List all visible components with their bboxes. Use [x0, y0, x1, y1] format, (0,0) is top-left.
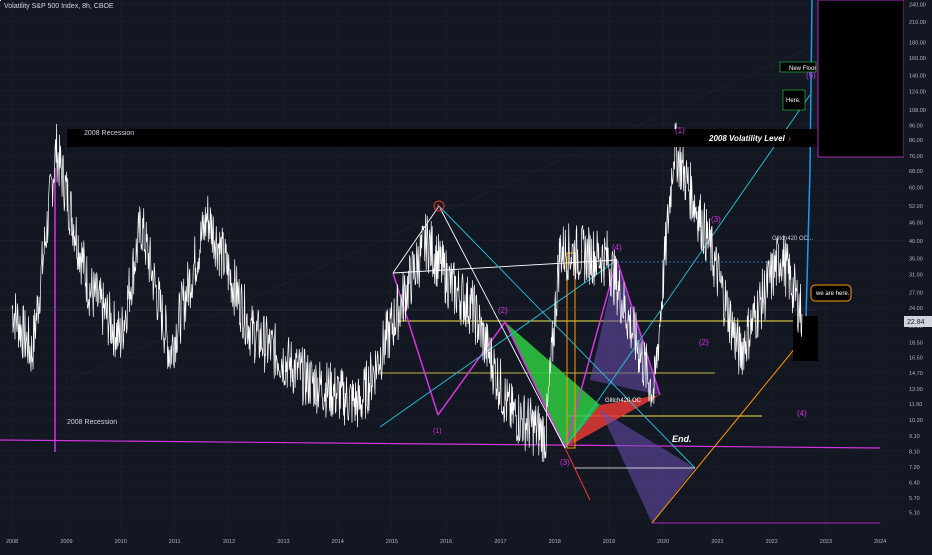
end-label: End. [672, 434, 692, 444]
y-tick-label: 180.00 [909, 40, 926, 46]
x-tick-label: 2019 [603, 539, 615, 545]
wave-label-3-right: (3) [711, 215, 721, 224]
symbol-header: Volatility S&P 500 Index, 8h, CBOE [4, 3, 114, 10]
last-price-value: 22.84 [907, 319, 925, 326]
x-tick-label: 2021 [711, 539, 723, 545]
x-tick-label: 2023 [820, 539, 832, 545]
recession-label-top: 2008 Recession [84, 130, 134, 137]
y-tick-label: 9.10 [909, 434, 920, 440]
y-tick-label: 68.00 [909, 169, 923, 175]
wave-label-5: (5) [806, 71, 816, 80]
y-tick-label: 16.50 [909, 356, 923, 362]
future-box [817, 0, 905, 158]
y-tick-label: 10.30 [909, 418, 923, 424]
x-tick-label: 2020 [657, 539, 669, 545]
pattern-leg-2 [437, 321, 506, 416]
support-line-magenta [0, 439, 881, 449]
recession-band [67, 129, 820, 147]
wave-label-4-left: (4) [612, 243, 622, 252]
y-tick-label: 140.00 [909, 74, 926, 80]
x-tick-label: 2014 [332, 539, 344, 545]
chart-svg[interactable]: 2008 Recession 2008 Volatility Level › 2… [0, 0, 932, 550]
y-tick-label: 13.00 [909, 387, 923, 393]
recession-label-bottom: 2008 Recession [67, 419, 117, 426]
wave-label-2-right: (2) [699, 338, 709, 347]
y-tick-label: 46.00 [909, 220, 923, 226]
orange-line-1 [651, 329, 811, 524]
y-tick-label: 5.70 [909, 496, 920, 502]
glitch-label-1: Glitch420 OC... [772, 236, 813, 242]
x-tick-label: 2011 [169, 539, 181, 545]
y-tick-label: 160.00 [909, 56, 926, 62]
x-tick-label: 2013 [277, 539, 289, 545]
y-tick-label: 96.00 [909, 123, 923, 129]
price-key-point [0, 0, 1, 1]
y-tick-label: 124.00 [909, 90, 926, 96]
x-tick-label: 2008 [6, 539, 18, 545]
y-tick-label: 24.00 [909, 306, 923, 312]
y-tick-label: 31.00 [909, 272, 923, 278]
y-tick-label: 35.00 [909, 256, 923, 262]
y-tick-label: 7.20 [909, 465, 920, 471]
y-tick-label: 60.00 [909, 185, 923, 191]
y-tick-label: 108.00 [909, 108, 926, 114]
wave-label-4-right: (4) [797, 409, 807, 418]
wave-label-1-left: (1) [433, 428, 442, 435]
vol-level-arrow: › [788, 133, 791, 143]
time-axis-bg [0, 532, 932, 550]
y-tick-label: 240.00 [909, 3, 926, 9]
drawings-layer [0, 0, 881, 524]
glitch-label-2: Glitch420 OC [605, 398, 642, 404]
wave-label-2-left: (2) [498, 306, 508, 315]
y-tick-label: 5.10 [909, 511, 920, 517]
x-tick-label: 2012 [223, 539, 235, 545]
x-tick-label: 2017 [494, 539, 506, 545]
here-label: Here. [786, 98, 801, 104]
pattern-purple-1 [590, 260, 660, 395]
x-tick-label: 2022 [766, 539, 778, 545]
projection-line-blue [794, 0, 813, 331]
x-tick-label: 2010 [115, 539, 127, 545]
y-tick-label: 27.00 [909, 291, 923, 297]
wave-label-3-left: (3) [560, 458, 570, 467]
y-tick-label: 18.50 [909, 341, 923, 347]
red-line [564, 447, 591, 501]
x-tick-label: 2024 [874, 539, 886, 545]
pattern-leg-1 [392, 272, 439, 416]
y-tick-label: 40.00 [909, 239, 923, 245]
axis-layer: 5.10 5.70 6.40 7.20 8.10 9.10 10.30 11.60 13.00 1… [0, 0, 932, 550]
y-tick-label: 6.40 [909, 481, 920, 487]
we-are-here-label: we are here. [815, 291, 850, 297]
y-tick-label: 86.00 [909, 138, 923, 144]
overlay-layer: 2008 Recession 2008 Volatility Level › 2… [67, 0, 905, 467]
x-tick-label: 2009 [60, 539, 72, 545]
y-tick-label: 210.00 [909, 20, 926, 26]
y-tick-label: 76.00 [909, 154, 923, 160]
y-tick-label: 52.00 [909, 204, 923, 210]
y-tick-label: 14.70 [909, 371, 923, 377]
wave-label-1-right: (1) [675, 126, 685, 135]
x-tick-label: 2018 [549, 539, 561, 545]
chart-canvas[interactable]: 2008 Recession 2008 Volatility Level › 2… [0, 0, 932, 550]
y-tick-label: 11.60 [909, 402, 922, 408]
x-tick-label: 2016 [440, 539, 452, 545]
vol-level-label: 2008 Volatility Level [708, 134, 786, 143]
pattern-point-A: A [436, 204, 441, 211]
y-tick-label: 8.10 [909, 449, 920, 455]
black-box-small [793, 316, 818, 361]
x-tick-label: 2015 [386, 539, 398, 545]
